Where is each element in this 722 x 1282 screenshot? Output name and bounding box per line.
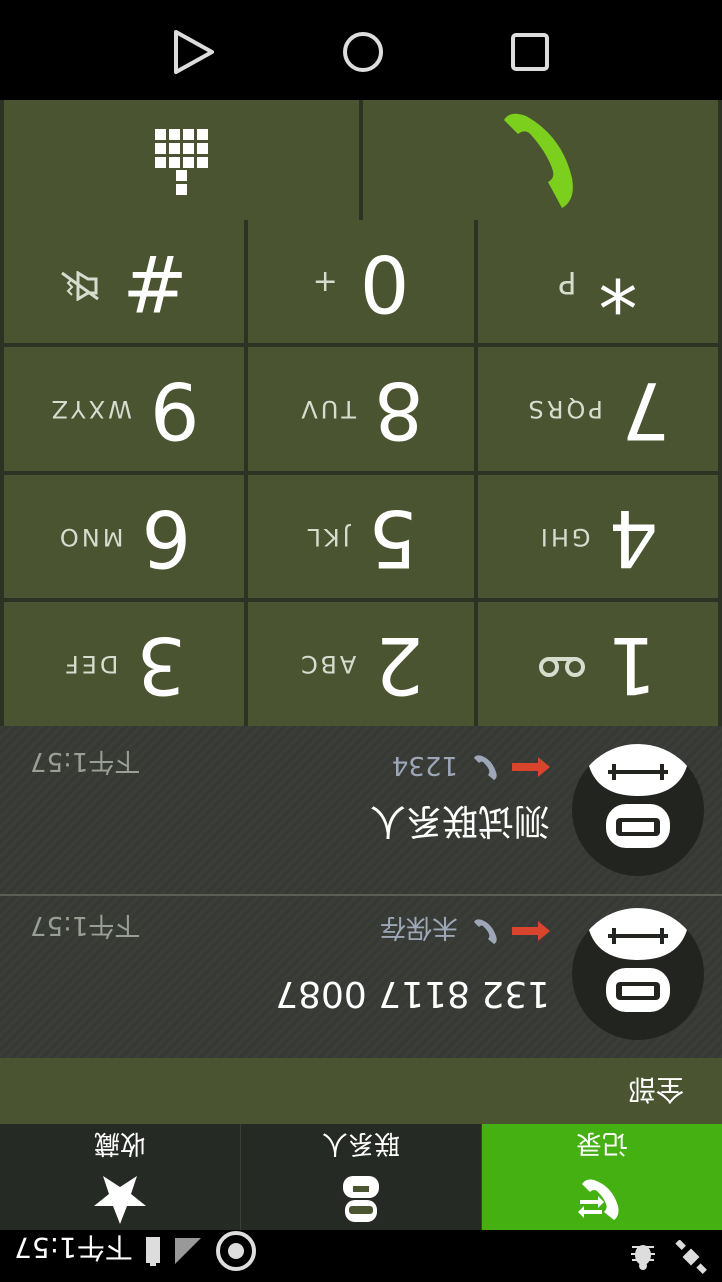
key-letters: TUV — [298, 395, 357, 424]
key-0[interactable]: 0 + — [248, 220, 474, 344]
key-digit: * — [598, 236, 638, 327]
key-8[interactable]: 8 TUV — [248, 347, 474, 471]
key-2[interactable]: 2 ABC — [248, 602, 474, 726]
call-log-icon — [576, 1171, 628, 1227]
key-letters: ABC — [298, 650, 357, 679]
battery-icon — [143, 1232, 163, 1266]
debug-icon — [626, 1236, 660, 1274]
key-letters: P — [558, 264, 577, 300]
tab-label: 联系人 — [322, 1128, 401, 1159]
voicemail-icon — [539, 647, 586, 682]
key-7[interactable]: 7 PQRS — [478, 347, 718, 471]
call-log-status: 未保存 — [380, 911, 550, 948]
key-digit: 9 — [149, 364, 200, 455]
key-letters: MNO — [56, 522, 124, 551]
key-digit: 8 — [374, 364, 424, 455]
dial-action-bar — [0, 100, 722, 220]
key-9[interactable]: 9 WXYZ — [4, 347, 244, 471]
call-log-status: 1234 — [392, 747, 550, 784]
dialpad: 1 2 ABC 3 DEF 4 GHI 5 JKL 6 MNO 7 PQRS 8… — [0, 220, 722, 726]
dialpad-icon — [155, 125, 209, 195]
key-digit: 5 — [367, 491, 418, 582]
key-6[interactable]: 6 MNO — [4, 475, 244, 599]
star-icon — [92, 1171, 148, 1227]
key-3[interactable]: 3 DEF — [4, 602, 244, 726]
key-digit: 3 — [136, 619, 187, 710]
key-digit: 7 — [620, 364, 671, 455]
key-digit: 4 — [608, 491, 659, 582]
navigation-bar — [0, 0, 722, 100]
key-digit: 0 — [359, 236, 410, 327]
status-time: 下午1:57 — [14, 1231, 133, 1264]
phone-small-icon — [470, 911, 500, 948]
home-button[interactable] — [341, 26, 385, 74]
filter-bar[interactable]: 全部 — [0, 1058, 722, 1124]
call-log-list: 132 8117 0087 未保存 下午1:57 测试联系人 1234 下午1:… — [0, 726, 722, 1058]
key-5[interactable]: 5 JKL — [248, 475, 474, 599]
key-1[interactable]: 1 — [478, 602, 718, 726]
key-letters: PQRS — [525, 395, 603, 424]
phone-icon — [501, 108, 581, 212]
key-letters: WXYZ — [48, 395, 132, 424]
key-digit: 1 — [607, 619, 657, 710]
tab-favorites[interactable]: 收藏 — [0, 1124, 240, 1230]
tab-label: 记录 — [576, 1128, 629, 1159]
call-log-number: 132 8117 0087 — [275, 973, 550, 1014]
back-button[interactable] — [172, 24, 216, 76]
recents-button[interactable] — [510, 28, 550, 72]
dialpad-toggle-button[interactable] — [4, 100, 359, 220]
call-log-time: 下午1:57 — [30, 910, 141, 940]
key-letters: + — [312, 264, 338, 300]
call-log-item[interactable]: 测试联系人 1234 下午1:57 — [0, 730, 722, 894]
contact-avatar-icon — [572, 908, 704, 1040]
sync-icon — [213, 1224, 259, 1274]
call-button[interactable] — [363, 100, 718, 220]
call-log-time: 下午1:57 — [30, 746, 141, 776]
status-bar: 下午1:57 — [0, 1230, 722, 1282]
key-hash[interactable]: # — [4, 220, 244, 344]
signal-icon — [173, 1232, 203, 1266]
tab-bar: 记录 联系人 收藏 — [0, 1124, 722, 1230]
contact-avatar-icon — [572, 744, 704, 876]
key-letters: DEF — [61, 650, 119, 679]
tab-label: 收藏 — [94, 1128, 147, 1159]
tab-contacts[interactable]: 联系人 — [240, 1124, 481, 1230]
call-log-item[interactable]: 132 8117 0087 未保存 下午1:57 — [0, 894, 722, 1058]
mute-icon — [60, 263, 100, 302]
screen: 下午1:57 记录 联系人 收藏 全部 132 8117 0087 未保存 下午… — [0, 0, 722, 1282]
missed-call-arrow-icon — [512, 751, 550, 781]
key-letters: GHI — [537, 522, 591, 551]
call-log-status-text: 未保存 — [379, 912, 458, 942]
filter-label: 全部 — [627, 1073, 684, 1106]
missed-call-arrow-icon — [512, 915, 550, 945]
tab-call-log[interactable]: 记录 — [481, 1124, 722, 1230]
contacts-icon — [337, 1171, 385, 1227]
call-log-status-text: 1234 — [391, 750, 458, 781]
key-digit: 6 — [141, 491, 192, 582]
key-star[interactable]: * P — [478, 220, 718, 344]
phone-small-icon — [470, 747, 500, 784]
satellite-icon — [674, 1236, 708, 1274]
key-4[interactable]: 4 GHI — [478, 475, 718, 599]
key-digit: # — [122, 236, 188, 327]
key-letters: JKL — [304, 522, 350, 551]
call-log-contact-name: 测试联系人 — [369, 800, 550, 841]
key-digit: 2 — [374, 619, 424, 710]
